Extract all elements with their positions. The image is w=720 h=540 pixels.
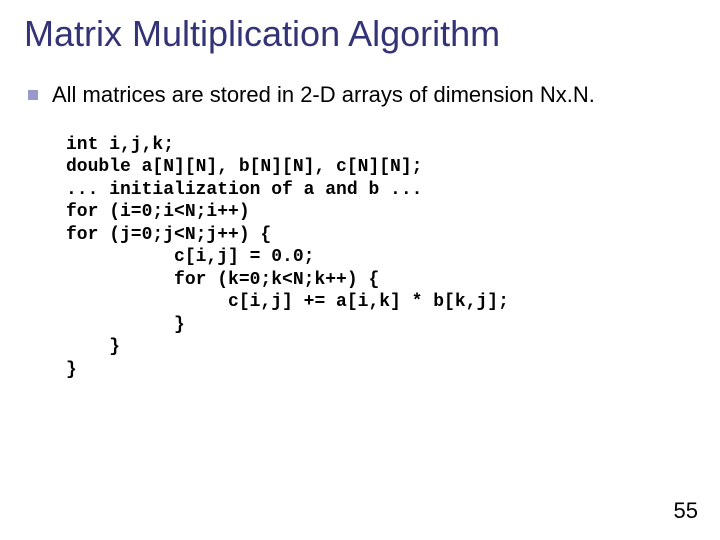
bullet-item: All matrices are stored in 2-D arrays of… [28, 82, 696, 108]
page-number: 55 [674, 498, 698, 524]
square-bullet-icon [28, 90, 38, 100]
code-block: int i,j,k; double a[N][N], b[N][N], c[N]… [66, 134, 696, 382]
bullet-text: All matrices are stored in 2-D arrays of… [52, 82, 595, 108]
slide: Matrix Multiplication Algorithm All matr… [0, 0, 720, 540]
slide-title: Matrix Multiplication Algorithm [24, 14, 696, 54]
